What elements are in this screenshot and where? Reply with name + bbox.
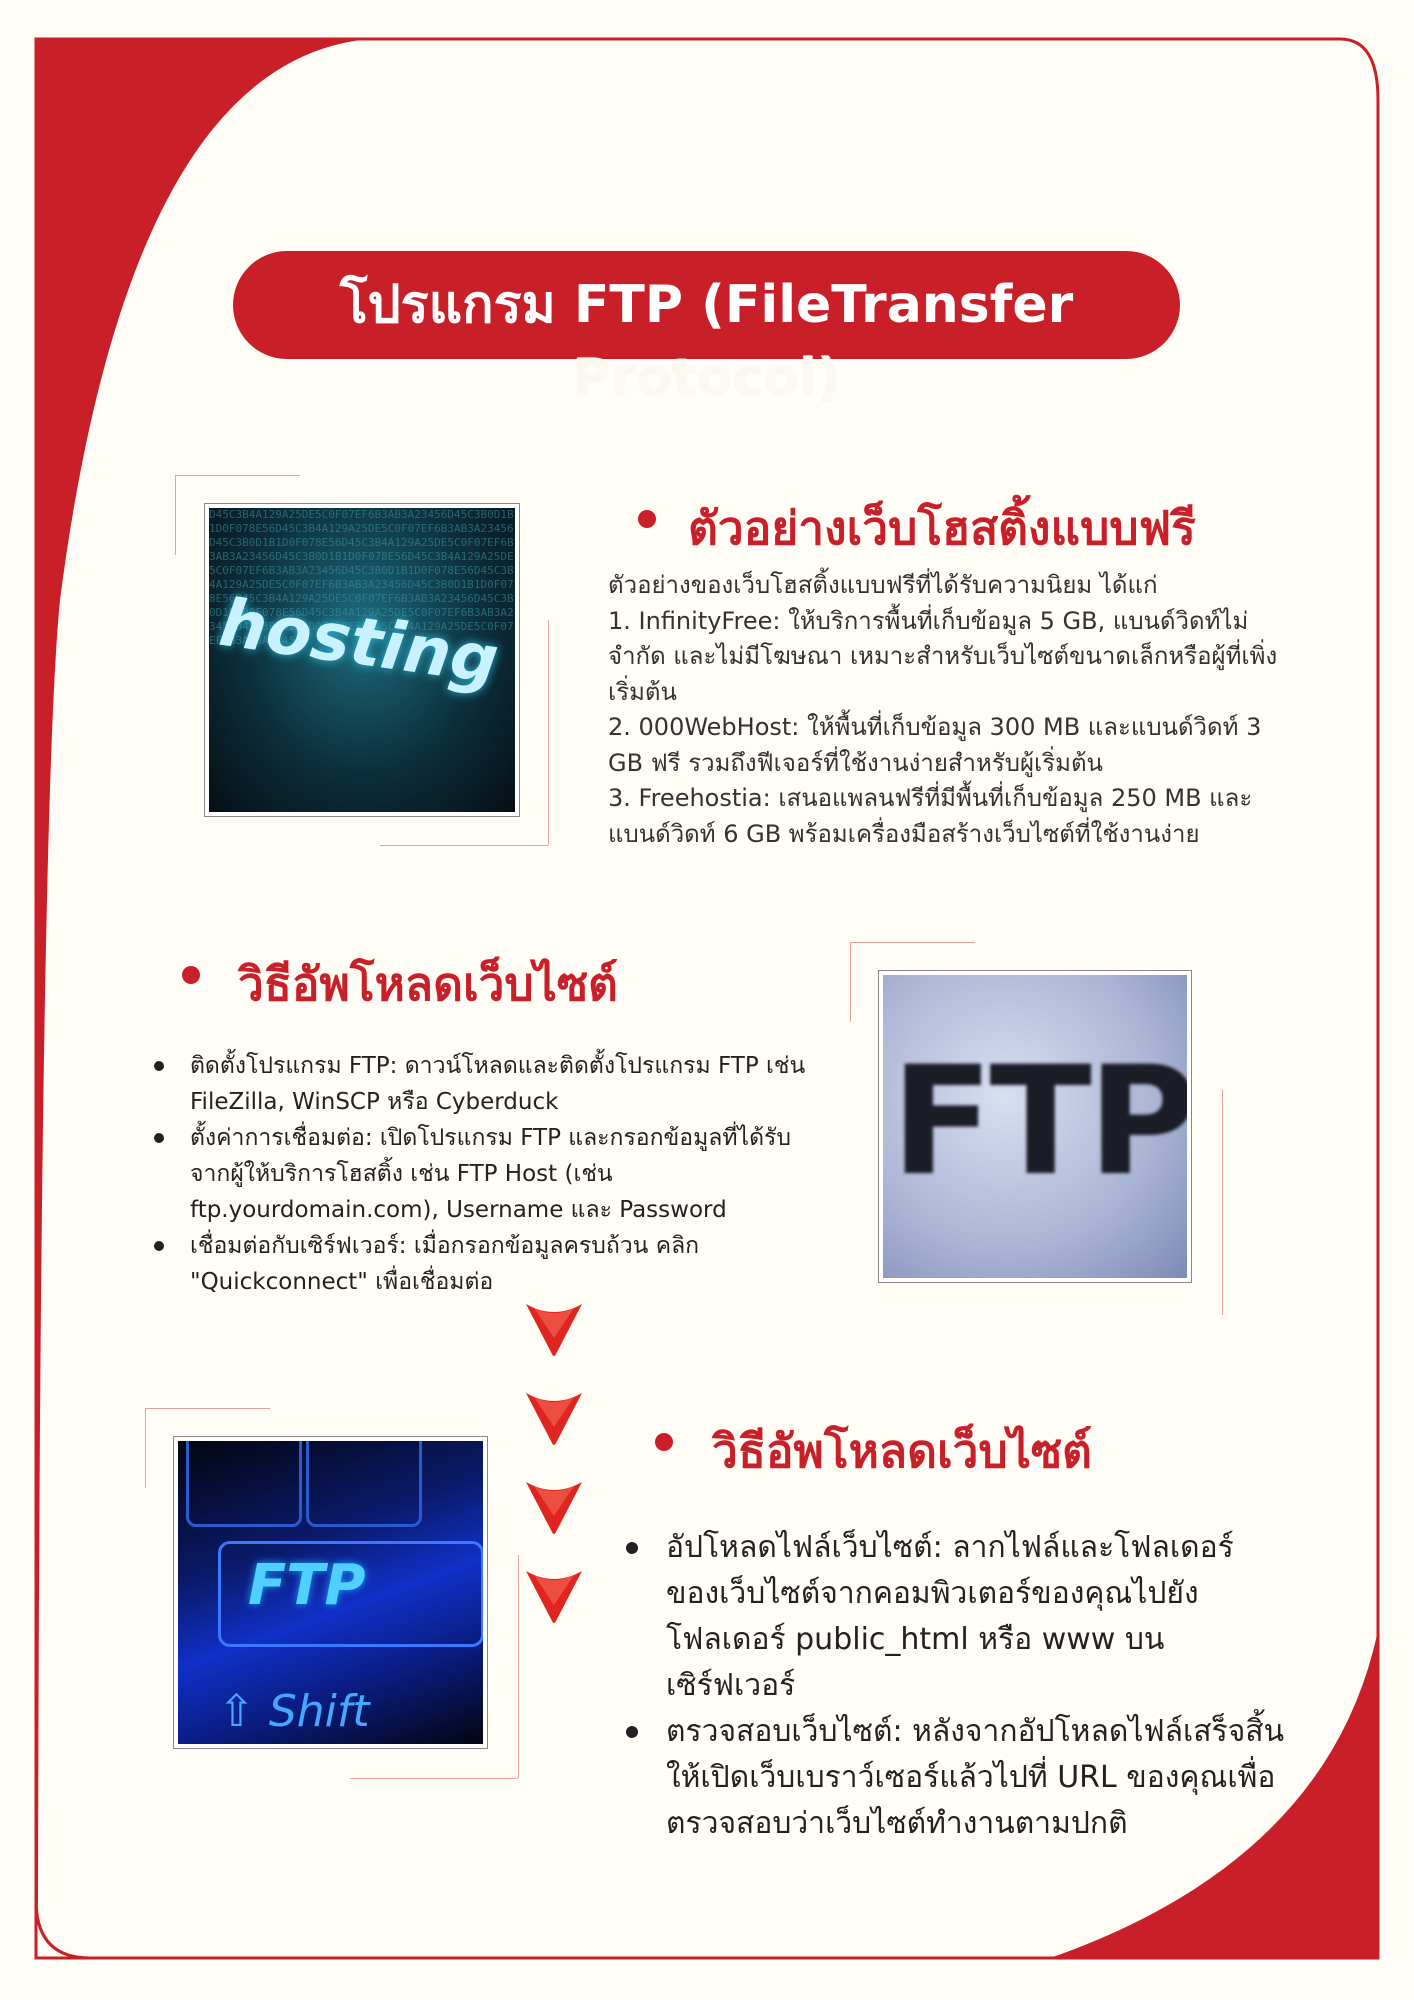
decor-line	[175, 475, 176, 555]
dot-icon	[638, 510, 656, 528]
section-heading-upload-1: วิธีอัพโหลดเว็บไซต์	[238, 957, 618, 1011]
list-item: เชื่อมต่อกับเซิร์ฟเวอร์: เมื่อกรอกข้อมูล…	[154, 1228, 810, 1300]
chevron-down-icon	[526, 1571, 582, 1623]
chevron-down-icon	[526, 1393, 582, 1445]
decor-line	[175, 475, 300, 476]
title-line-1: โปรแกรม FTP (FileTransfer	[339, 275, 1074, 335]
upload-check-list: อัปโหลดไฟล์เว็บไซต์: ลากไฟล์และโฟลเดอร์ข…	[626, 1525, 1286, 1847]
keyboard-ftp-key: FTP	[248, 1553, 366, 1618]
decor-line	[548, 620, 549, 845]
upload-steps-list: ติดตั้งโปรแกรม FTP: ดาวน์โหลดและติดตั้งโ…	[154, 1048, 810, 1300]
keyboard-image: FTP ⇧ Shift	[173, 1436, 488, 1749]
list-item: ตรวจสอบเว็บไซต์: หลังจากอัปโหลดไฟล์เสร็จ…	[626, 1709, 1286, 1847]
hosting-image: D45C3B4A129A25DE5C0F07EF6B3AB3A23456D45C…	[204, 503, 520, 817]
ftp-image-text: FTP	[891, 1035, 1187, 1209]
chevron-down-icon	[526, 1304, 582, 1356]
dot-icon	[182, 966, 200, 984]
decor-line	[380, 845, 548, 846]
section-heading-free-hosting: ตัวอย่างเว็บโฮสติ้งแบบฟรี	[688, 501, 1196, 555]
decor-line	[518, 1555, 519, 1778]
section-heading-upload-2: วิธีอัพโหลดเว็บไซต์	[712, 1424, 1092, 1478]
decor-line	[850, 942, 975, 943]
dot-icon	[655, 1433, 673, 1451]
free-hosting-paragraph: ตัวอย่างของเว็บโฮสติ้งแบบฟรีที่ได้รับควา…	[608, 571, 1278, 848]
keyboard-shift-key: Shift	[268, 1686, 370, 1737]
decor-line	[1222, 1090, 1223, 1315]
ftp-image: FTP	[878, 970, 1192, 1283]
decor-line	[145, 1408, 270, 1409]
chevron-down-icon	[526, 1482, 582, 1534]
list-item: ติดตั้งโปรแกรม FTP: ดาวน์โหลดและติดตั้งโ…	[154, 1048, 810, 1120]
decor-line	[350, 1778, 518, 1779]
page-title: โปรแกรม FTP (FileTransfer Protocol)	[233, 262, 1180, 408]
decor-line	[850, 942, 851, 1022]
list-item: อัปโหลดไฟล์เว็บไซต์: ลากไฟล์และโฟลเดอร์ข…	[626, 1525, 1286, 1709]
title-line-2: Protocol)	[572, 348, 841, 408]
decor-line	[145, 1408, 146, 1488]
list-item: ตั้งค่าการเชื่อมต่อ: เปิดโปรแกรม FTP และ…	[154, 1120, 810, 1228]
